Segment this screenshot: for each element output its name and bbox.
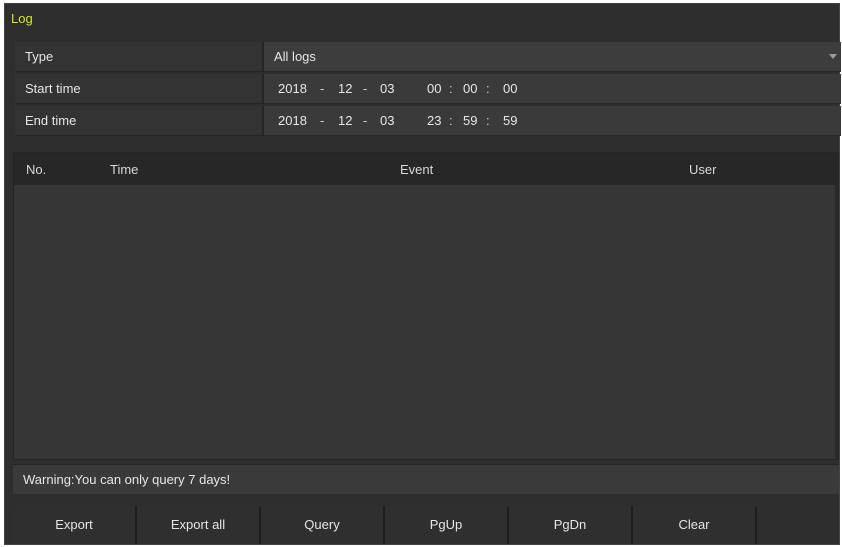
start-time-field: 2018 - 12 - 03 00 : 00 : 00 — [262, 74, 841, 104]
start-minute-field[interactable]: 00 — [463, 81, 477, 96]
end-month-field[interactable]: 12 — [338, 113, 352, 128]
time-separator: : — [486, 81, 490, 96]
date-separator: - — [320, 81, 325, 96]
table-header: No. Time Event User — [14, 153, 838, 185]
table-scrollbar[interactable] — [835, 185, 838, 459]
end-time-field: 2018 - 12 - 03 23 : 59 : 59 — [262, 106, 841, 136]
log-table: No. Time Event User — [13, 152, 839, 460]
log-window: Log Type All logs Start time 2018 - 12 -… — [4, 3, 841, 545]
column-header-time: Time — [110, 162, 139, 177]
end-minute-field[interactable]: 59 — [463, 113, 477, 128]
export-all-button[interactable]: Export all — [137, 506, 261, 544]
column-header-event: Event — [400, 162, 434, 177]
warning-message: Warning:You can only query 7 days! — [13, 464, 839, 494]
date-separator: - — [320, 113, 325, 128]
start-time-row: Start time 2018 - 12 - 03 00 : 00 : 00 — [15, 74, 841, 105]
start-year-field[interactable]: 2018 — [278, 81, 307, 96]
chevron-down-icon[interactable] — [829, 54, 837, 59]
date-separator: - — [363, 113, 368, 128]
end-second-field[interactable]: 59 — [503, 113, 517, 128]
log-type-value: All logs — [274, 49, 316, 64]
type-row: Type All logs — [15, 42, 841, 73]
end-day-field[interactable]: 03 — [380, 113, 394, 128]
end-time-label: End time — [15, 106, 262, 136]
end-hour-field[interactable]: 23 — [427, 113, 441, 128]
start-day-field[interactable]: 03 — [380, 81, 394, 96]
export-button[interactable]: Export — [13, 506, 137, 544]
page-down-button[interactable]: PgDn — [509, 506, 633, 544]
page-up-button[interactable]: PgUp — [385, 506, 509, 544]
type-label: Type — [15, 42, 262, 72]
window-title: Log — [11, 11, 33, 26]
end-year-field[interactable]: 2018 — [278, 113, 307, 128]
button-bar: Export Export all Query PgUp PgDn Clear — [13, 506, 839, 544]
end-time-row: End time 2018 - 12 - 03 23 : 59 : 59 — [15, 106, 841, 137]
time-separator: : — [449, 81, 453, 96]
query-button[interactable]: Query — [261, 506, 385, 544]
column-header-user: User — [689, 162, 717, 177]
date-separator: - — [363, 81, 368, 96]
time-separator: : — [486, 113, 490, 128]
start-time-label: Start time — [15, 74, 262, 104]
table-body[interactable] — [14, 185, 838, 459]
start-hour-field[interactable]: 00 — [427, 81, 441, 96]
clear-button[interactable]: Clear — [633, 506, 757, 544]
start-second-field[interactable]: 00 — [503, 81, 517, 96]
time-separator: : — [449, 113, 453, 128]
column-header-no: No. — [26, 162, 47, 177]
start-month-field[interactable]: 12 — [338, 81, 352, 96]
log-type-select[interactable]: All logs — [262, 42, 841, 72]
